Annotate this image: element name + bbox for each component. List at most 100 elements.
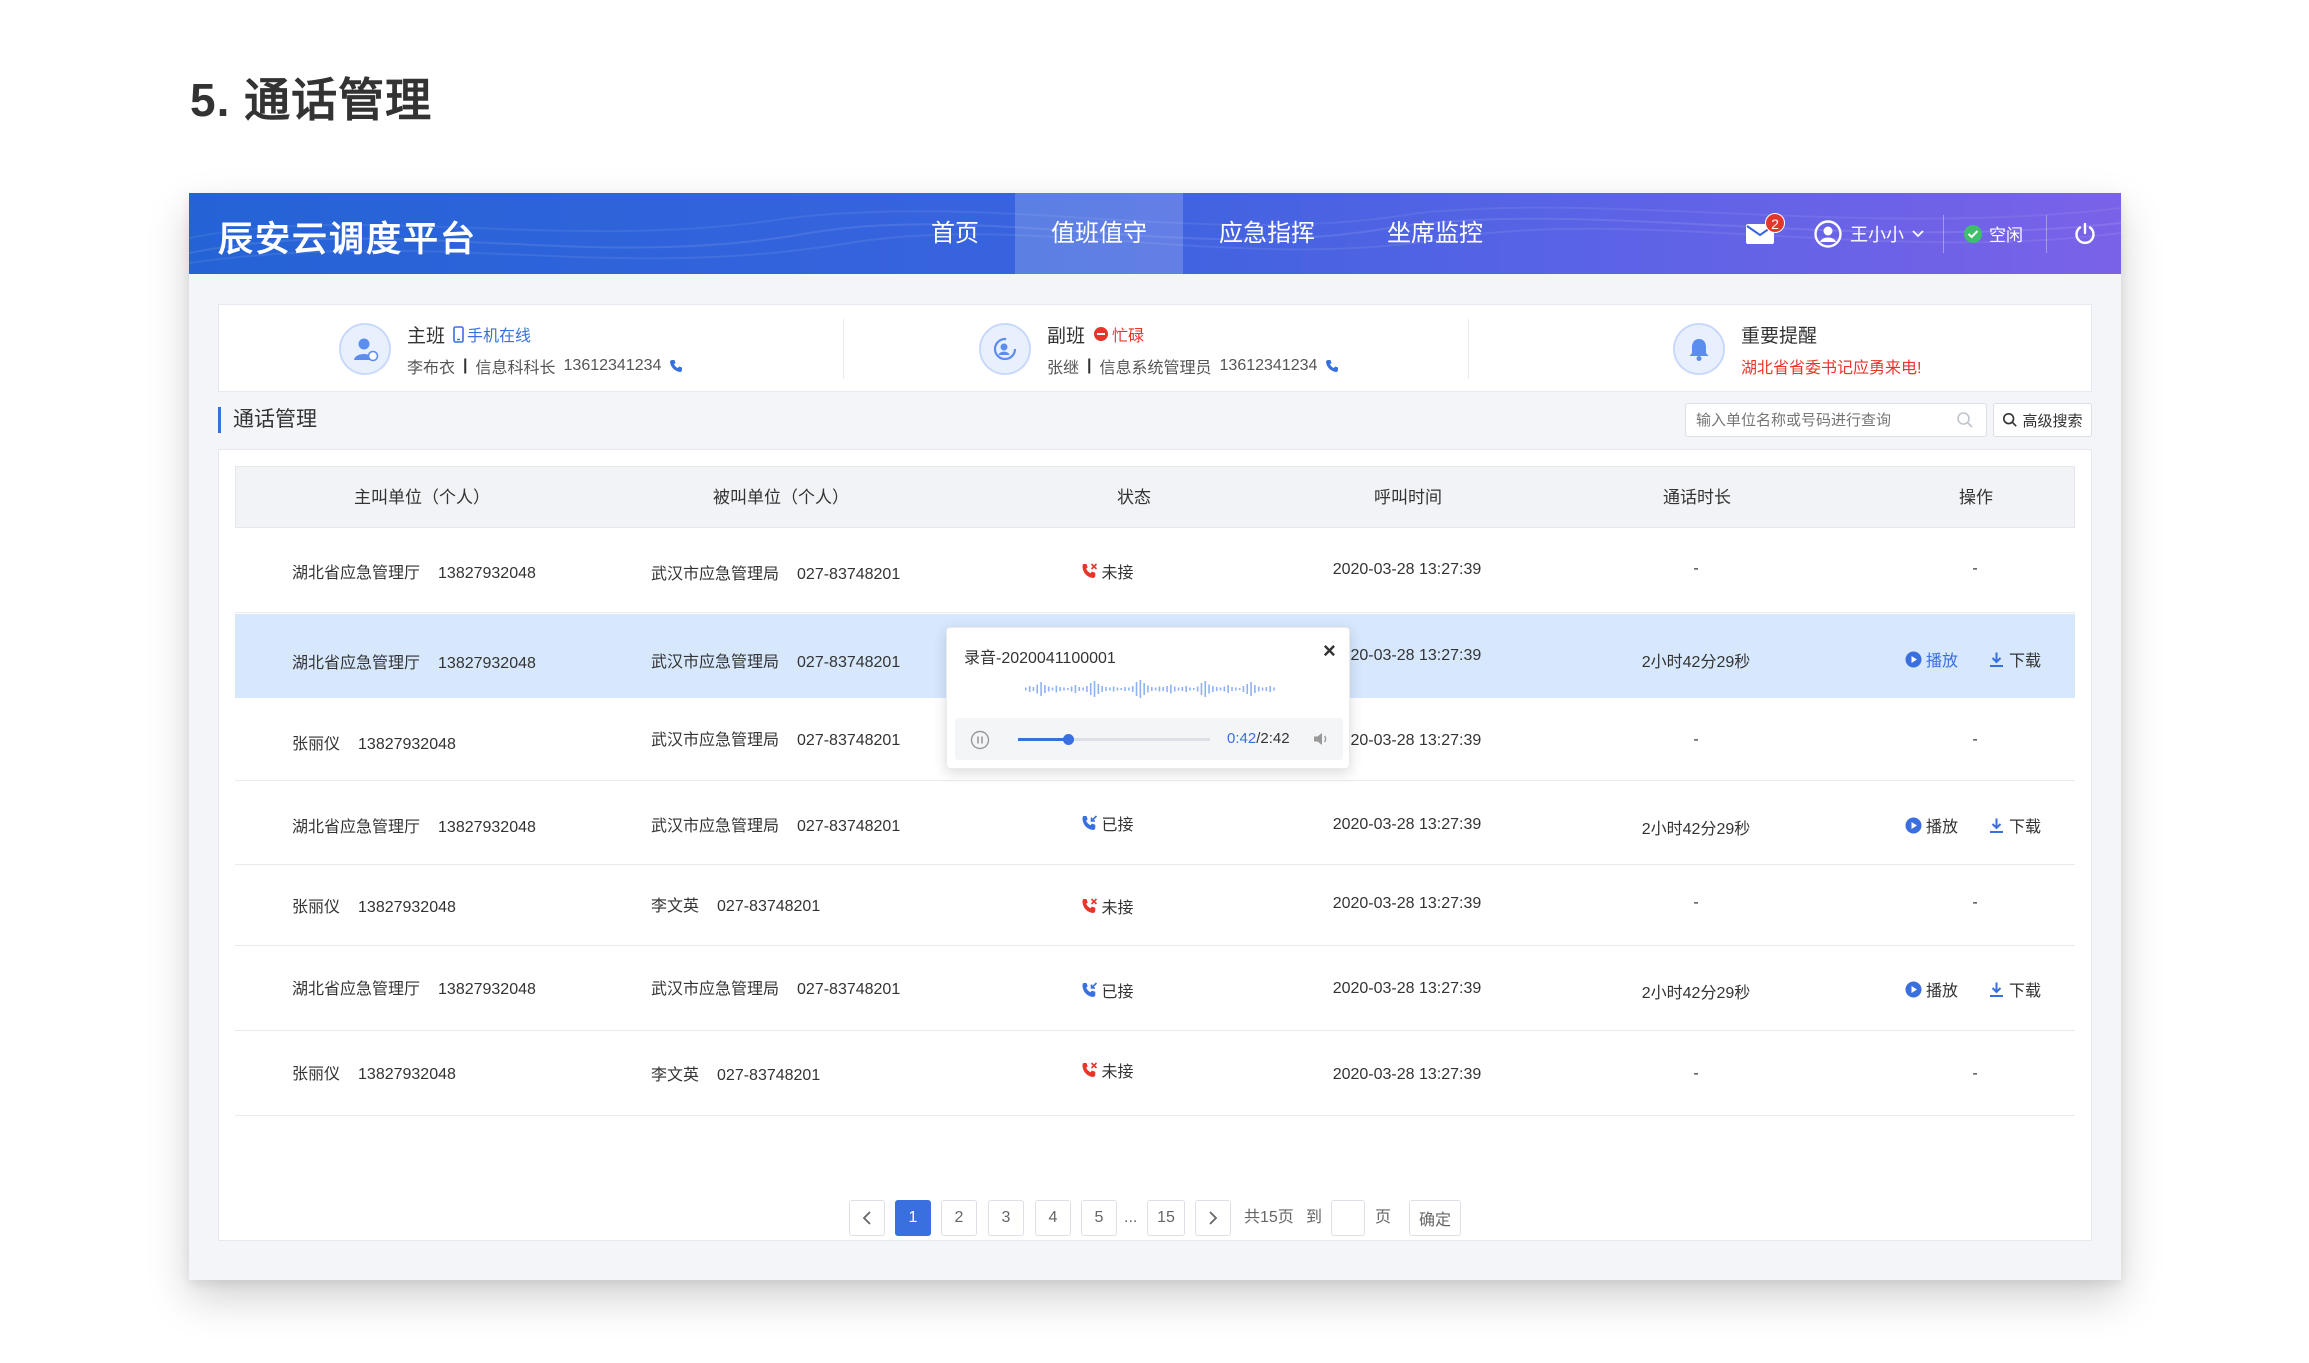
waveform-bar	[1223, 686, 1226, 692]
call-time-cell: 2020-03-28 13:27:39	[1332, 816, 1482, 833]
actions-cell: -	[1972, 894, 1978, 911]
main-duty-role: 主班	[407, 325, 446, 347]
waveform-bar	[1097, 684, 1100, 694]
chevron-down-icon	[1912, 229, 1924, 237]
phone-icon[interactable]	[1325, 359, 1339, 373]
column-header-callee: 被叫单位（个人）	[713, 488, 849, 507]
search-input[interactable]	[1685, 403, 1987, 437]
waveform-bar	[1051, 687, 1054, 691]
separator: |	[463, 356, 468, 374]
waveform-bar	[1250, 682, 1252, 696]
phone-icon[interactable]	[669, 359, 683, 373]
prev-page-button[interactable]	[849, 1200, 885, 1236]
waveform-bar	[1208, 684, 1210, 694]
waveform-bar	[1105, 687, 1107, 691]
waveform-bar	[1212, 686, 1214, 692]
deputy-duty-avatar	[979, 323, 1031, 375]
nav-home[interactable]: 首页	[895, 193, 1015, 274]
waveform-bar	[1086, 686, 1088, 692]
waveform-bar	[1059, 687, 1061, 691]
callee-cell: 武汉市应急管理局 027-83748201	[651, 654, 901, 671]
waveform-bar	[1120, 688, 1123, 690]
waveform-bar	[1181, 687, 1184, 691]
waveform-bar	[1074, 685, 1077, 693]
close-icon[interactable]: ×	[1323, 638, 1336, 664]
agent-status-toggle[interactable]: 空闲	[1963, 193, 2023, 274]
caller-cell: 湖北省应急管理厅 13827932048	[292, 981, 536, 998]
logout-button[interactable]	[2073, 193, 2097, 274]
waveform-bar	[1089, 683, 1092, 695]
download-button[interactable]: 下载	[1988, 647, 2041, 671]
waveform-bar	[1215, 687, 1218, 691]
waveform-graphic	[1025, 680, 1275, 698]
bell-icon	[1689, 339, 1709, 361]
download-icon	[1990, 818, 2004, 833]
download-button[interactable]: 下载	[1988, 813, 2041, 837]
waveform-bar	[1162, 687, 1165, 691]
waveform-bar	[1269, 686, 1271, 692]
page-button-3[interactable]: 3	[988, 1200, 1024, 1236]
caller-cell: 湖北省应急管理厅 13827932048	[292, 655, 536, 672]
missed-call-icon	[1082, 1062, 1098, 1077]
play-button[interactable]: 播放	[1905, 977, 1958, 1001]
nav-monitor[interactable]: 坐席监控	[1351, 193, 1519, 274]
page-button-1[interactable]: 1	[895, 1200, 931, 1236]
waveform-bar	[1242, 686, 1245, 692]
duration-cell: -	[1693, 731, 1699, 748]
waveform-bar	[1246, 684, 1249, 694]
progress-fill	[1018, 738, 1068, 741]
mail-button[interactable]: 2	[1745, 193, 1785, 274]
actions-cell: -	[1972, 1065, 1978, 1082]
alert-card[interactable]: 重要提醒 湖北省省委书记应勇来电!	[1673, 305, 1921, 393]
table-row[interactable]: 湖北省应急管理厅 13827932048 武汉市应急管理局 027-83748201…	[235, 947, 2075, 1031]
waveform-bar	[1082, 687, 1084, 691]
waveform-bar	[1044, 685, 1046, 693]
waveform-bar	[1036, 684, 1039, 694]
nav-emergency[interactable]: 应急指挥	[1183, 193, 1351, 274]
goto-page-input[interactable]	[1331, 1200, 1365, 1236]
waveform-bar	[1200, 683, 1203, 695]
table-row[interactable]: 张丽仪 13827932048 李文英 027-83748201 未接 2020-0…	[235, 1032, 2075, 1116]
table-row[interactable]: 张丽仪 13827932048 李文英 027-83748201 未接 2020-0…	[235, 866, 2075, 946]
waveform-bar	[1143, 683, 1145, 695]
advanced-search-button[interactable]: 高级搜索	[1993, 403, 2092, 437]
confirm-goto-button[interactable]: 确定	[1409, 1200, 1461, 1236]
page-button-5[interactable]: 5	[1081, 1200, 1117, 1236]
progress-handle[interactable]	[1062, 734, 1074, 745]
deputy-duty-tag-text: 忙碌	[1112, 328, 1145, 345]
column-header-call-time: 呼叫时间	[1374, 488, 1442, 507]
deputy-duty-phone: 13612341234	[1219, 356, 1318, 374]
volume-icon[interactable]	[1312, 731, 1330, 747]
pause-icon[interactable]	[970, 730, 990, 750]
search-icon[interactable]	[1956, 411, 1974, 434]
waveform-bar	[1116, 687, 1119, 691]
user-menu[interactable]: 王小小	[1814, 193, 1924, 274]
page-button-4[interactable]: 4	[1035, 1200, 1071, 1236]
advanced-search-label: 高级搜索	[2022, 412, 2083, 430]
answered-call-icon	[1082, 815, 1098, 830]
progress-slider[interactable]	[1018, 734, 1210, 745]
waveform-bar	[1238, 688, 1241, 690]
main-duty-phone: 13612341234	[563, 356, 662, 374]
next-page-button[interactable]	[1195, 1200, 1231, 1236]
waveform-bar	[1112, 686, 1115, 692]
page-button-last[interactable]: 15	[1147, 1200, 1185, 1236]
download-button[interactable]: 下载	[1988, 977, 2041, 1001]
main-duty-name: 李布衣	[407, 359, 456, 377]
nav-duty[interactable]: 值班值守	[1015, 193, 1183, 274]
table-row[interactable]: 湖北省应急管理厅 13827932048 武汉市应急管理局 027-83748201…	[235, 782, 2075, 865]
alert-avatar	[1673, 323, 1725, 375]
page-button-2[interactable]: 2	[941, 1200, 977, 1236]
audio-player: 0:42/2:42	[955, 718, 1343, 760]
play-button[interactable]: 播放	[1905, 813, 1958, 837]
table-header: 主叫单位（个人） 被叫单位（个人） 状态 呼叫时间 通话时长 操作	[235, 466, 2075, 528]
waveform-bar	[1265, 687, 1268, 691]
page-unit-text: 页	[1375, 1209, 1392, 1226]
play-button[interactable]: 播放	[1905, 647, 1958, 671]
waveform-bar	[1135, 682, 1138, 696]
table-row[interactable]: 湖北省应急管理厅 13827932048 武汉市应急管理局 027-83748201…	[235, 529, 2075, 613]
waveform-bar	[1231, 687, 1233, 691]
waveform-bar	[1101, 686, 1103, 692]
waveform-bar	[1257, 686, 1260, 692]
waveform-bar	[1173, 686, 1176, 692]
